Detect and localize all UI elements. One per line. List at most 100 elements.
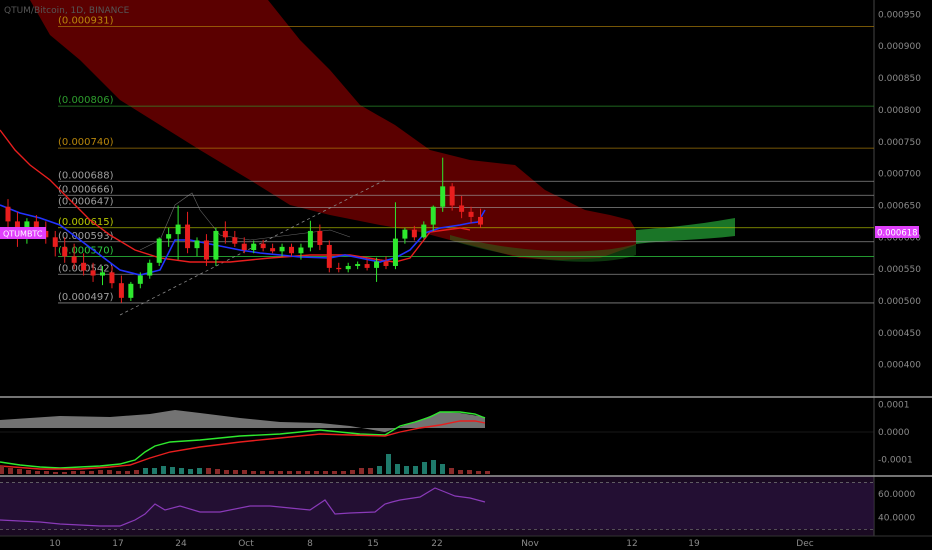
macd-histogram-bar <box>26 470 31 474</box>
macd-histogram-bar <box>53 472 58 474</box>
candle-body <box>232 237 238 244</box>
fib-level-label: (0.000931) <box>58 15 114 26</box>
candle-body <box>430 206 436 225</box>
price-axis[interactable]: 0.000950 0.000900 0.000850 0.000800 0.000750… <box>878 10 921 523</box>
rsi-band <box>0 482 874 530</box>
macd-histogram-bar <box>62 472 67 474</box>
macd-tick-label: 0.0001 <box>878 401 910 411</box>
macd-histogram-bar <box>350 470 355 474</box>
candle-body <box>137 275 143 284</box>
price-tick-label: 0.000950 <box>878 10 921 20</box>
macd-histogram-bar <box>323 471 328 474</box>
macd-histogram-bar <box>305 471 310 474</box>
macd-histogram-bar <box>224 470 229 474</box>
candle-body <box>251 243 257 251</box>
candle-body <box>5 206 11 222</box>
macd-histogram-bar <box>89 471 94 474</box>
macd-histogram-bar <box>476 471 481 474</box>
macd-histogram-bar <box>242 470 247 474</box>
macd-histogram-bar <box>44 471 49 474</box>
time-axis[interactable]: 10 17 24 Oct 8 15 22 Nov 12 19 Dec <box>49 539 813 549</box>
macd-histogram-bar <box>332 471 337 474</box>
time-tick-label: Oct <box>238 539 254 549</box>
candle-body <box>345 265 351 270</box>
macd-histogram-bar <box>278 471 283 474</box>
macd-area <box>0 410 485 432</box>
symbol-tag: QTUMBTC <box>0 227 46 239</box>
macd-histogram-bar <box>296 471 301 474</box>
time-tick-label: 10 <box>49 539 61 549</box>
price-tick-label: 0.000450 <box>878 329 921 339</box>
macd-histogram-bar <box>269 471 274 474</box>
time-tick-label: 17 <box>112 539 123 549</box>
macd-tick-label: 0.0000 <box>878 428 910 438</box>
macd-histogram-bar <box>143 468 148 474</box>
candle-body <box>289 246 294 254</box>
rsi-pane <box>0 482 874 530</box>
signal-line <box>0 420 486 470</box>
candle-body <box>81 262 87 271</box>
candle-body <box>364 264 370 268</box>
candle-body <box>241 243 247 251</box>
macd-histogram-bar <box>116 471 121 474</box>
candle-body <box>421 224 427 238</box>
last-price-tag: 0.000618 <box>875 226 919 239</box>
candle-body <box>194 240 200 249</box>
macd-histogram-bar <box>251 471 256 474</box>
symbol-header: QTUM/Bitcoin, 1D, BINANCE <box>4 6 130 16</box>
macd-histogram-bar <box>152 468 157 474</box>
macd-histogram-bar <box>80 471 85 474</box>
macd-histogram-bar <box>98 470 103 474</box>
macd-histogram-bar <box>431 460 436 474</box>
candle-body <box>118 283 124 298</box>
candle-body <box>71 256 77 263</box>
time-tick-label: 12 <box>626 539 637 549</box>
macd-histogram-bar <box>467 470 472 474</box>
macd-tick-label: -0.0001 <box>878 455 913 465</box>
candle-body <box>355 264 361 266</box>
trading-chart: (0.000931) (0.000806) (0.000740) (0.000688)… <box>0 0 932 549</box>
time-tick-label: 19 <box>688 539 700 549</box>
candle-body <box>336 267 342 270</box>
last-price-value: 0.000618 <box>877 229 918 239</box>
macd-histogram-bar <box>341 471 346 474</box>
macd-histogram-bar <box>170 467 175 474</box>
macd-histogram-bar <box>260 471 265 474</box>
candle-body <box>270 248 276 252</box>
macd-histogram-bar <box>206 468 211 474</box>
macd-histogram-bar <box>71 471 76 474</box>
candle-body <box>213 230 219 260</box>
time-tick-label: 22 <box>431 539 442 549</box>
candle-body <box>147 262 153 276</box>
macd-histogram-bar <box>485 471 490 474</box>
candle-body <box>383 261 389 266</box>
candle-body <box>185 224 191 249</box>
fib-level-label: (0.000740) <box>58 137 114 148</box>
candle-body <box>317 230 323 245</box>
macd-histogram-bar <box>386 454 391 474</box>
candle-body <box>90 270 96 276</box>
candle-body <box>459 205 465 212</box>
fib-level-label: (0.000666) <box>58 184 114 195</box>
macd-histogram-bar <box>449 468 454 474</box>
fib-level-label: (0.000593) <box>58 231 114 242</box>
macd-histogram-bar <box>440 464 445 474</box>
candle-body <box>298 247 304 254</box>
price-tick-label: 0.000900 <box>878 42 921 52</box>
price-tick-label: 0.000850 <box>878 74 921 84</box>
candle-body <box>260 243 266 249</box>
candle-body <box>128 283 134 298</box>
candle-body <box>374 261 380 268</box>
candle-body <box>449 186 455 206</box>
macd-histogram-bar <box>233 470 238 474</box>
macd-histogram-bar <box>161 466 166 474</box>
macd-histogram-bar <box>359 468 364 474</box>
macd-histogram-bar <box>404 466 409 474</box>
rsi-tick-label: 40.0000 <box>878 514 915 524</box>
macd-histogram-bar <box>107 470 112 474</box>
price-tick-label: 0.000550 <box>878 265 921 275</box>
macd-histogram-bar <box>287 471 292 474</box>
time-tick-label: 24 <box>175 539 187 549</box>
macd-histogram-bar <box>8 468 13 474</box>
price-tick-label: 0.000400 <box>878 361 921 371</box>
